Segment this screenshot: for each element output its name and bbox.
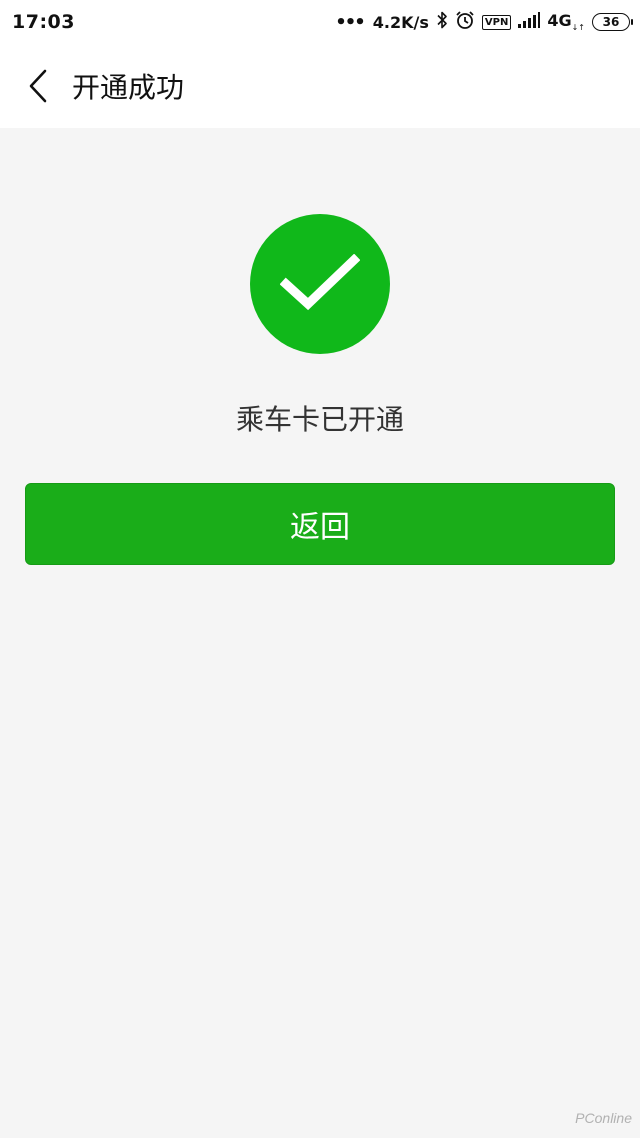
back-button[interactable] bbox=[8, 44, 68, 128]
status-bar: 17:03 ••• 4.2K/s VPN 4G↓↑ 36 bbox=[0, 0, 640, 44]
alarm-icon bbox=[455, 10, 475, 34]
more-dots-icon: ••• bbox=[335, 11, 365, 33]
check-circle-icon bbox=[250, 214, 390, 354]
bluetooth-icon bbox=[436, 11, 448, 33]
result-message: 乘车卡已开通 bbox=[235, 403, 404, 436]
return-button[interactable]: 返回 bbox=[25, 483, 615, 565]
battery-indicator: 36 bbox=[592, 13, 633, 31]
nav-bar: 开通成功 bbox=[0, 44, 640, 128]
watermark: PConline bbox=[575, 1110, 632, 1126]
status-indicators: ••• 4.2K/s VPN 4G↓↑ 36 bbox=[335, 10, 633, 34]
network-type: 4G↓↑ bbox=[547, 11, 585, 33]
chevron-left-icon bbox=[29, 69, 47, 103]
net-speed: 4.2K/s bbox=[372, 12, 429, 32]
signal-icon bbox=[518, 12, 541, 32]
vpn-badge: VPN bbox=[481, 14, 512, 30]
page-title: 开通成功 bbox=[72, 71, 185, 104]
status-time: 17:03 bbox=[12, 11, 75, 33]
